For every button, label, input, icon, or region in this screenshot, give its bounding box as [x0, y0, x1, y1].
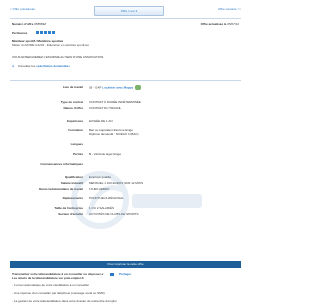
print-offer-bar[interactable]: Pour imprimer la cette offre — [10, 261, 241, 268]
offer-counter: Offre 1 sur 3 — [94, 6, 164, 16]
offer-number-value: 058589Z — [34, 22, 47, 26]
watermark-logo — [71, 171, 202, 229]
detail-label: Lieu de travail — [62, 85, 83, 89]
offer-description: VOUS ENSEIGNEREZ L'ESCRIME AU SEIN D'UNE… — [12, 55, 104, 59]
lieu-value: 05 - GAP — [89, 85, 102, 90]
list-item: -Une réponse d'un conseiller par télépho… — [12, 291, 237, 295]
pertinence-rating: Pertinence — [12, 31, 56, 35]
pertinence-stars — [36, 31, 56, 35]
rating-star-icon — [40, 31, 44, 34]
rating-star-icon — [36, 31, 40, 34]
detail-row-formation: Formation Bac ou équivalent Escrime Exig… — [12, 128, 239, 142]
telecandidature-heading: Les atouts de la télécandidature sur pol… — [12, 276, 84, 280]
consult-specifics: ► Consulter les spécificités demandées — [12, 64, 70, 68]
detail-label: Type de contrat — [60, 100, 83, 104]
detail-label: Formation — [68, 128, 83, 132]
detail-value: B - Véhicule léger Exigé — [89, 152, 122, 156]
mappy-link[interactable]: Localiser avec Mappy — [102, 85, 133, 89]
offer-number: Numéro d'offre 058589Z — [12, 22, 46, 26]
advantages-list: -L'envoi automatique de votre candidatur… — [12, 283, 237, 307]
list-item-text: Une réponse d'un conseiller par téléphon… — [14, 291, 106, 295]
formation-line-2: Diplôme demandé : NIVEAU 4 (BAC) — [89, 132, 139, 136]
detail-label: Permis — [72, 152, 83, 156]
offer-navigation: < Offre précédente Offre 1 sur 3 Offre s… — [10, 6, 241, 16]
offer-number-label: Numéro d'offre — [12, 22, 34, 26]
bullet-icon: - — [12, 283, 13, 287]
detail-label: Expérience — [66, 119, 83, 123]
consult-prefix: Consulter les — [17, 64, 36, 68]
detail-value: 05 - GAP Localiser avec Mappy — [89, 85, 141, 90]
list-item: -L'envoi automatique de votre candidatur… — [12, 283, 237, 287]
divider — [10, 18, 241, 19]
divider — [10, 80, 241, 81]
share-icon[interactable] — [110, 272, 115, 276]
arrow-right-icon: ► — [12, 64, 15, 68]
offer-date-label: Offre actualisée le — [200, 22, 227, 26]
list-item-text: L'envoi automatique de votre candidature… — [14, 283, 90, 287]
detail-value: EXIGÉE DE 1 AN — [89, 119, 113, 123]
offer-subtitle: Métier du ROME G1204 - Éducation en acti… — [12, 43, 89, 47]
offer-date-value: 05/07/12 — [227, 22, 239, 26]
detail-value: CONTRAT DU TRAVAIL — [89, 106, 122, 110]
offer-update-date: Offre actualisée le 05/07/12 — [201, 22, 239, 26]
share-link[interactable]: Partager — [119, 272, 131, 276]
rating-star-icon — [52, 31, 56, 34]
detail-label: Langues — [70, 142, 83, 146]
pertinence-label: Pertinence — [12, 31, 28, 35]
job-offer-page: < Offre précédente Offre 1 sur 3 Offre s… — [0, 0, 251, 303]
detail-value: CONTRAT À DURÉE INDÉTERMINÉE — [89, 100, 141, 104]
previous-offer-link[interactable]: < Offre précédente — [10, 7, 35, 11]
detail-value: Bac ou équivalent Escrime Exigé Diplôme … — [89, 128, 139, 136]
rating-star-icon — [48, 31, 52, 34]
bullet-icon: - — [12, 291, 13, 295]
specifics-link[interactable]: spécificités demandées — [36, 64, 70, 68]
map-icon[interactable] — [135, 85, 141, 90]
next-offer-link[interactable]: Offre suivante >> — [218, 7, 241, 11]
detail-label: Nature d'offre — [63, 106, 83, 110]
rating-star-icon — [44, 31, 48, 34]
